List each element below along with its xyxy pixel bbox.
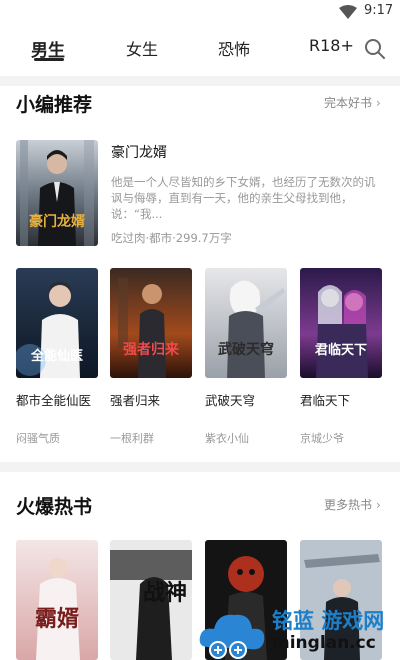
book-cover-2[interactable]: 强者归来 <box>110 268 192 378</box>
book-title-2[interactable]: 强者归来 <box>110 390 160 409</box>
tab-female[interactable]: 女生 <box>126 36 158 60</box>
chevron-right-icon: › <box>376 498 381 512</box>
book-author-1: 闷骚气质 <box>16 432 60 445</box>
section-divider <box>0 76 400 86</box>
featured-book-meta: 吃过肉·都市·299.7万字 <box>111 231 232 245</box>
tab-r18[interactable]: R18+ <box>309 36 354 55</box>
cover-title-2: 强者归来 <box>123 341 180 358</box>
book-cover-1[interactable]: 全能仙医 <box>16 268 98 378</box>
book-author-3: 紫衣小仙 <box>205 432 249 445</box>
more-hot-books-link[interactable]: 更多热书 › <box>324 496 381 513</box>
active-tab-indicator <box>34 58 64 61</box>
book-author-4: 京城少爷 <box>300 432 344 445</box>
tab-horror[interactable]: 恐怖 <box>218 36 250 60</box>
section-divider <box>0 462 400 472</box>
section-title-editor-picks: 小编推荐 <box>16 94 93 116</box>
category-tabs: 男生 女生 恐怖 R18+ <box>0 30 400 74</box>
watermark-cn: 铭蓝 游戏网 <box>272 609 385 633</box>
featured-book-description: 他是一个人尽皆知的乡下女婿，也经历了无数次的讥讽与侮辱，直到有一天，他的亲生父母… <box>111 175 376 221</box>
complete-books-link[interactable]: 完本好书 › <box>324 94 381 111</box>
hot-book-cover-2[interactable]: 战神 <box>110 540 192 660</box>
book-cover-4[interactable]: 君临天下 <box>300 268 382 378</box>
featured-cover-title: 豪门龙婿 <box>29 213 86 230</box>
cover-title-3: 武破天穹 <box>218 341 274 358</box>
book-cover-3[interactable]: 武破天穹 <box>205 268 287 378</box>
watermark-en: minglan.cc <box>272 633 376 653</box>
cover-title-4: 君临天下 <box>315 342 367 358</box>
featured-book-title[interactable]: 豪门龙婿 <box>111 142 167 162</box>
wifi-icon <box>339 5 357 19</box>
hot-cover-title-1: 霸婿 <box>35 606 79 632</box>
chevron-right-icon: › <box>376 96 381 110</box>
search-icon[interactable] <box>364 38 386 60</box>
featured-book-cover[interactable]: 豪门龙婿 <box>16 140 98 246</box>
status-time: 9:17 <box>364 3 394 18</box>
book-author-2: 一根利群 <box>110 432 154 445</box>
book-title-3[interactable]: 武破天穹 <box>205 390 255 409</box>
book-title-1[interactable]: 都市全能仙医 <box>16 390 91 409</box>
hot-cover-title-2: 战神 <box>143 580 187 606</box>
status-bar: 9:17 <box>0 0 400 24</box>
site-watermark: 铭蓝 游戏网 minglan.cc <box>198 603 400 660</box>
hot-book-cover-1[interactable]: 霸婿 <box>16 540 98 660</box>
cloud-logo-icon <box>199 614 265 659</box>
book-title-4[interactable]: 君临天下 <box>300 390 350 409</box>
section-title-hot-books: 火爆热书 <box>16 496 93 518</box>
cover-title-1: 全能仙医 <box>30 348 83 364</box>
